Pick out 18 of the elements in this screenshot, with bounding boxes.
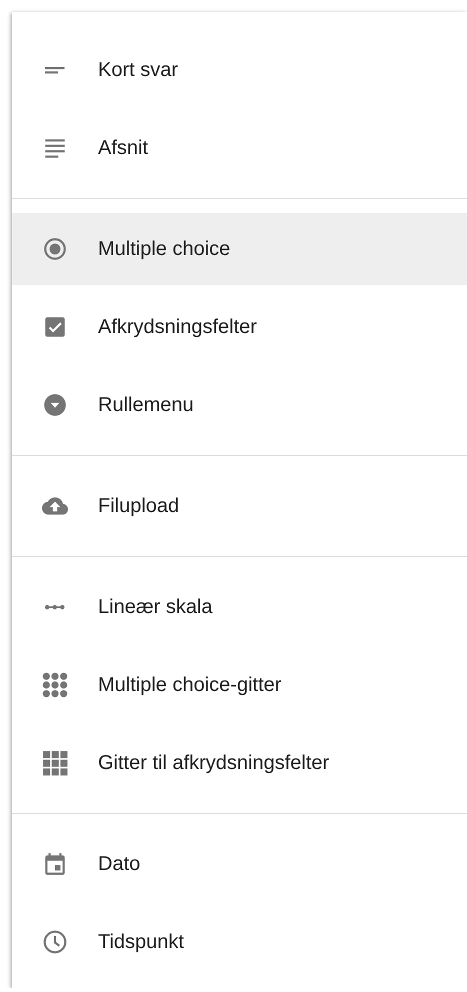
clock-icon: [42, 929, 68, 955]
menu-item[interactable]: Rullemenu: [12, 366, 467, 444]
dot-grid-icon: [42, 672, 68, 698]
menu-item[interactable]: Kort svar: [12, 31, 467, 109]
menu-item[interactable]: Filupload: [12, 467, 467, 545]
menu-item[interactable]: Gitter til afkrydsningsfelter: [12, 724, 467, 802]
menu-item[interactable]: Afsnit: [12, 109, 467, 187]
menu-item[interactable]: Afkrydsningsfelter: [12, 288, 467, 366]
menu-item[interactable]: Multiple choice: [12, 213, 467, 285]
radio-button-icon: [42, 236, 68, 262]
linear-scale-icon: [45, 604, 65, 610]
menu-item[interactable]: Tidspunkt: [12, 903, 467, 981]
short-text-icon: [45, 66, 65, 74]
square-grid-icon: [42, 750, 68, 776]
menu-item[interactable]: Lineær skala: [12, 568, 467, 646]
menu-item[interactable]: Dato: [12, 825, 467, 903]
menu-item[interactable]: Multiple choice-gitter: [12, 646, 467, 724]
dropdown-icon: [42, 392, 68, 418]
